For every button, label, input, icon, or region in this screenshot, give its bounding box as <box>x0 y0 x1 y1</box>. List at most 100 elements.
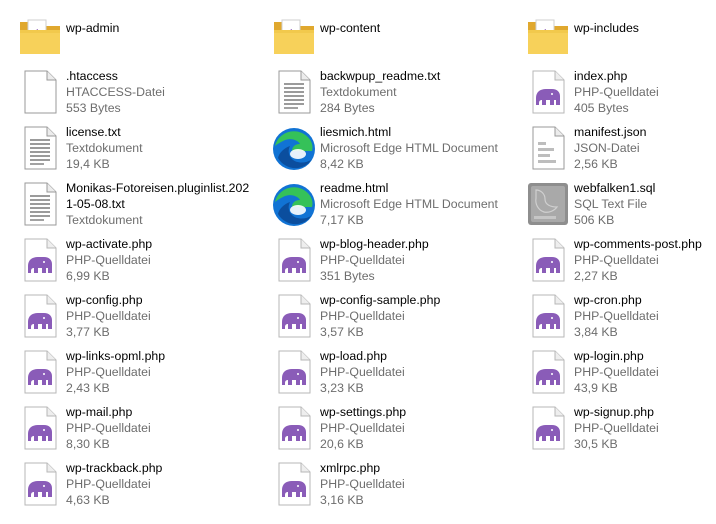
sql-file-icon <box>524 180 572 228</box>
file-type: PHP-Quelldatei <box>320 309 405 323</box>
file-meta: manifest.json JSON-Datei 2,56 KB <box>574 124 716 172</box>
file-meta: Monikas-Fotoreisen.pluginlist.2021-05-08… <box>66 180 252 228</box>
file-meta: readme.html Microsoft Edge HTML Document… <box>320 180 506 228</box>
file-size: 506 KB <box>574 213 615 227</box>
file-size: 7,17 KB <box>320 213 364 227</box>
file-meta: wp-comments-post.php PHP-Quelldatei 2,27… <box>574 236 716 284</box>
file-item[interactable]: index.php PHP-Quelldatei 405 Bytes <box>508 66 716 116</box>
file-item[interactable]: license.txt Textdokument 19,4 KB <box>0 122 250 172</box>
php-elephant-icon <box>524 236 572 284</box>
php-elephant-icon <box>270 236 318 284</box>
folder-icon <box>16 12 64 60</box>
file-type: JSON-Datei <box>574 141 640 155</box>
file-item[interactable]: xmlrpc.php PHP-Quelldatei 3,16 KB <box>254 458 504 508</box>
text-file-icon <box>270 68 318 116</box>
file-type: PHP-Quelldatei <box>320 365 405 379</box>
file-name: .htaccess <box>66 69 118 83</box>
file-type: Textdokument <box>66 213 143 227</box>
edge-icon <box>270 124 318 172</box>
file-item[interactable]: wp-config-sample.php PHP-Quelldatei 3,57… <box>254 290 504 340</box>
text-file-icon <box>16 124 64 172</box>
file-name: wp-login.php <box>574 349 644 363</box>
file-type: Textdokument <box>66 141 143 155</box>
file-item[interactable]: wp-content <box>254 10 504 60</box>
file-meta: wp-includes <box>574 20 716 36</box>
file-type: PHP-Quelldatei <box>574 253 659 267</box>
file-size: 8,30 KB <box>66 437 110 451</box>
file-item[interactable]: wp-admin <box>0 10 250 60</box>
folder-icon <box>524 12 572 60</box>
file-item[interactable]: wp-settings.php PHP-Quelldatei 20,6 KB <box>254 402 504 452</box>
file-item[interactable]: wp-mail.php PHP-Quelldatei 8,30 KB <box>0 402 250 452</box>
file-name: wp-mail.php <box>66 405 133 419</box>
text-file-icon <box>16 180 64 228</box>
file-meta: wp-trackback.php PHP-Quelldatei 4,63 KB <box>66 460 252 508</box>
file-size: 3,77 KB <box>66 325 110 339</box>
file-item[interactable]: wp-config.php PHP-Quelldatei 3,77 KB <box>0 290 250 340</box>
file-size: 2,27 KB <box>574 269 618 283</box>
file-item[interactable]: wp-links-opml.php PHP-Quelldatei 2,43 KB <box>0 346 250 396</box>
file-meta: wp-blog-header.php PHP-Quelldatei 351 By… <box>320 236 506 284</box>
file-item[interactable]: wp-activate.php PHP-Quelldatei 6,99 KB <box>0 234 250 284</box>
file-size: 19,4 KB <box>66 157 110 171</box>
file-name: wp-links-opml.php <box>66 349 166 363</box>
file-type: PHP-Quelldatei <box>66 309 151 323</box>
file-item[interactable]: wp-blog-header.php PHP-Quelldatei 351 By… <box>254 234 504 284</box>
file-name: wp-settings.php <box>320 405 407 419</box>
file-item[interactable]: wp-signup.php PHP-Quelldatei 30,5 KB <box>508 402 716 452</box>
file-meta: wp-cron.php PHP-Quelldatei 3,84 KB <box>574 292 716 340</box>
file-type: PHP-Quelldatei <box>320 253 405 267</box>
file-size: 3,16 KB <box>320 493 364 507</box>
file-name: wp-load.php <box>320 349 387 363</box>
file-name: wp-trackback.php <box>66 461 163 475</box>
file-meta: wp-content <box>320 20 506 36</box>
file-type: SQL Text File <box>574 197 648 211</box>
file-item[interactable]: readme.html Microsoft Edge HTML Document… <box>254 178 504 228</box>
file-item[interactable]: wp-cron.php PHP-Quelldatei 3,84 KB <box>508 290 716 340</box>
php-elephant-icon <box>524 68 572 116</box>
file-item[interactable]: wp-login.php PHP-Quelldatei 43,9 KB <box>508 346 716 396</box>
file-name: license.txt <box>66 125 121 139</box>
file-type: PHP-Quelldatei <box>66 421 151 435</box>
file-item[interactable]: webfalken1.sql SQL Text File 506 KB <box>508 178 716 228</box>
file-size: 3,23 KB <box>320 381 364 395</box>
file-meta: webfalken1.sql SQL Text File 506 KB <box>574 180 716 228</box>
file-name: index.php <box>574 69 628 83</box>
file-type: PHP-Quelldatei <box>574 309 659 323</box>
file-item[interactable]: wp-comments-post.php PHP-Quelldatei 2,27… <box>508 234 716 284</box>
file-size: 284 Bytes <box>320 101 375 115</box>
file-name: wp-comments-post.php <box>574 237 702 251</box>
file-size: 2,43 KB <box>66 381 110 395</box>
file-item[interactable]: wp-load.php PHP-Quelldatei 3,23 KB <box>254 346 504 396</box>
file-size: 43,9 KB <box>574 381 618 395</box>
file-item[interactable]: Monikas-Fotoreisen.pluginlist.2021-05-08… <box>0 178 250 228</box>
file-item[interactable]: .htaccess HTACCESS-Datei 553 Bytes <box>0 66 250 116</box>
file-name: liesmich.html <box>320 125 392 139</box>
file-type: PHP-Quelldatei <box>574 85 659 99</box>
file-name: manifest.json <box>574 125 647 139</box>
php-elephant-icon <box>270 292 318 340</box>
file-item[interactable]: wp-trackback.php PHP-Quelldatei 4,63 KB <box>0 458 250 508</box>
file-type: PHP-Quelldatei <box>320 421 405 435</box>
file-size: 3,57 KB <box>320 325 364 339</box>
php-elephant-icon <box>270 460 318 508</box>
file-name: webfalken1.sql <box>574 181 656 195</box>
file-name: xmlrpc.php <box>320 461 381 475</box>
php-elephant-icon <box>16 236 64 284</box>
file-item[interactable]: liesmich.html Microsoft Edge HTML Docume… <box>254 122 504 172</box>
file-name: wp-activate.php <box>66 237 153 251</box>
php-elephant-icon <box>16 348 64 396</box>
file-meta: xmlrpc.php PHP-Quelldatei 3,16 KB <box>320 460 506 508</box>
file-name: backwpup_readme.txt <box>320 69 441 83</box>
edge-icon <box>270 180 318 228</box>
file-item[interactable]: wp-includes <box>508 10 716 60</box>
file-size: 4,63 KB <box>66 493 110 507</box>
file-type: Microsoft Edge HTML Document <box>320 141 498 155</box>
file-type: PHP-Quelldatei <box>66 365 151 379</box>
file-name: wp-config-sample.php <box>320 293 441 307</box>
file-size: 2,56 KB <box>574 157 618 171</box>
file-name: wp-cron.php <box>574 293 642 307</box>
file-item[interactable]: backwpup_readme.txt Textdokument 284 Byt… <box>254 66 504 116</box>
file-meta: index.php PHP-Quelldatei 405 Bytes <box>574 68 716 116</box>
file-item[interactable]: manifest.json JSON-Datei 2,56 KB <box>508 122 716 172</box>
